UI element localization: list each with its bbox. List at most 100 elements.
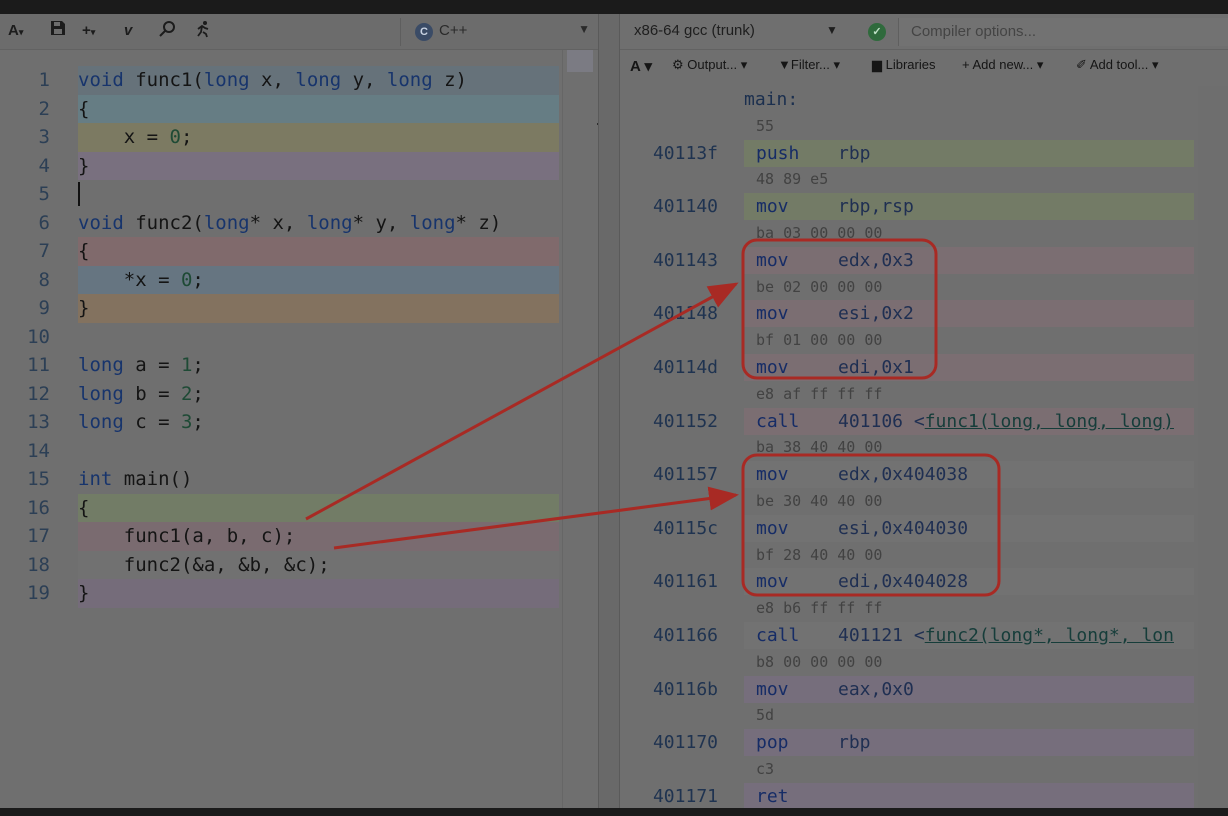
asm-mnemonic[interactable]: call bbox=[756, 622, 799, 649]
code-line[interactable]: 16 { bbox=[0, 494, 560, 522]
code-line[interactable]: 3 x = 0; bbox=[0, 123, 560, 151]
code-line[interactable]: 13 long c = 3; bbox=[0, 408, 560, 436]
code-line[interactable]: 17 func1(a, b, c); bbox=[0, 522, 560, 550]
minimap-viewport[interactable] bbox=[567, 50, 593, 72]
line-number: 2 bbox=[38, 97, 50, 120]
code-line[interactable]: 2{ bbox=[0, 95, 560, 123]
code-text: long c = 3; bbox=[78, 408, 204, 436]
asm-opcode-bytes: be 02 00 00 00 bbox=[756, 277, 883, 296]
line-number: 15 bbox=[27, 468, 50, 490]
asm-mnemonic[interactable]: mov bbox=[756, 354, 789, 381]
code-text: *x = 0; bbox=[78, 266, 204, 294]
asm-line-highlight bbox=[744, 461, 1194, 489]
number-token: 0 bbox=[180, 268, 193, 291]
assembly-scrollbar[interactable] bbox=[1198, 86, 1228, 808]
asm-mnemonic[interactable]: mov bbox=[756, 568, 789, 595]
code-line[interactable]: 7{ bbox=[0, 237, 560, 265]
language-select[interactable]: C C++ ▼ bbox=[400, 18, 596, 46]
code-line[interactable]: 5 bbox=[0, 180, 560, 208]
editor-toolbar: A▾ +▾ v C C++ ▼ bbox=[0, 14, 598, 50]
asm-operand-text: edi,0x404028 bbox=[838, 571, 969, 593]
asm-opcode-bytes: 48 89 e5 bbox=[756, 170, 829, 189]
line-number: 10 bbox=[27, 325, 50, 348]
asm-mnemonic[interactable]: pop bbox=[756, 729, 789, 756]
compiler-name: x86-64 gcc (trunk) bbox=[634, 22, 755, 39]
code-editor[interactable]: 1 void func1(long x, long y, long z) 2{3 x… bbox=[0, 50, 560, 808]
asm-mnemonic[interactable]: mov bbox=[756, 193, 789, 220]
pane-splitter[interactable] bbox=[598, 14, 620, 808]
runner-icon[interactable] bbox=[194, 20, 212, 42]
code-text: } bbox=[78, 152, 89, 180]
number-token: 1 bbox=[180, 354, 193, 376]
chevron-down-icon: ▼ bbox=[826, 23, 838, 37]
asm-opcode-bytes: c3 bbox=[756, 760, 775, 778]
code-line[interactable]: 9} bbox=[0, 294, 560, 322]
code-line[interactable]: 19} bbox=[0, 579, 560, 607]
add-tool-menu[interactable]: ✐ Add tool... ▾ bbox=[1076, 57, 1159, 73]
code-line[interactable]: 14 bbox=[0, 437, 560, 465]
line-number: 1 bbox=[38, 69, 50, 91]
code-line[interactable]: 11 long a = 1; bbox=[0, 351, 560, 379]
asm-mnemonic[interactable]: mov bbox=[756, 461, 789, 488]
code-text: { bbox=[78, 237, 89, 265]
editor-minimap[interactable] bbox=[562, 50, 611, 808]
asm-mnemonic[interactable]: push bbox=[756, 140, 799, 167]
asm-line-highlight bbox=[744, 193, 1194, 221]
font-size-icon[interactable]: A ▾ bbox=[630, 57, 652, 75]
save-icon[interactable] bbox=[50, 20, 66, 42]
code-line[interactable]: 6 void func2(long* x, long* y, long* z) bbox=[0, 209, 560, 237]
code-line[interactable]: 10 bbox=[0, 323, 560, 351]
search-icon[interactable] bbox=[158, 20, 176, 42]
asm-mnemonic[interactable]: ret bbox=[756, 783, 789, 808]
asm-mnemonic[interactable]: mov bbox=[756, 247, 789, 274]
vim-mode-icon[interactable]: v bbox=[124, 20, 132, 42]
keyword-token: long bbox=[203, 211, 250, 234]
compiler-options-input[interactable]: Compiler options... bbox=[898, 18, 1228, 46]
code-line[interactable]: 18 func2(&a, &b, &c); bbox=[0, 551, 560, 579]
add-new-menu[interactable]: + Add new... ▾ bbox=[962, 57, 1043, 73]
keyword-token: void bbox=[78, 69, 124, 91]
asm-operand-text: edx,0x404038 bbox=[838, 464, 969, 486]
asm-symbol-link[interactable]: func2(long*, long*, lon bbox=[925, 625, 1174, 646]
code-token: * z) bbox=[455, 211, 502, 234]
asm-address: 401140 bbox=[652, 196, 718, 218]
code-line[interactable]: 4} bbox=[0, 152, 560, 180]
asm-operand-text: rbp,rsp bbox=[838, 196, 914, 218]
asm-operand-text: 401106 < bbox=[838, 410, 925, 432]
asm-opcode-bytes: 55 bbox=[756, 116, 775, 135]
wrench-icon: ✐ bbox=[1076, 57, 1087, 72]
line-number: 4 bbox=[38, 154, 50, 177]
output-menu[interactable]: ⚙ Output... ▾ bbox=[672, 57, 747, 73]
window-top-bar bbox=[0, 0, 1228, 14]
add-pane-icon[interactable]: +▾ bbox=[82, 20, 95, 42]
filter-menu[interactable]: ▼Filter... ▾ bbox=[778, 57, 840, 73]
asm-mnemonic[interactable]: mov bbox=[756, 676, 789, 703]
code-token: { bbox=[78, 97, 90, 120]
code-token: ; bbox=[192, 382, 204, 405]
libraries-button[interactable]: ▆ Libraries bbox=[872, 57, 935, 73]
code-text: } bbox=[78, 294, 89, 322]
code-line[interactable]: 15 int main() bbox=[0, 465, 560, 493]
asm-mnemonic[interactable]: mov bbox=[756, 300, 789, 327]
asm-line-highlight bbox=[744, 782, 1194, 808]
code-text: void func2(long* x, long* y, long* z) bbox=[78, 209, 501, 237]
source-editor-pane: A▾ +▾ v C C++ ▼ 1 void func1(long x, long… bbox=[0, 14, 611, 808]
asm-symbol-link[interactable]: func1(long, long, long) bbox=[925, 411, 1174, 432]
asm-mnemonic[interactable]: call bbox=[756, 408, 799, 435]
code-line[interactable]: 12 long b = 2; bbox=[0, 380, 560, 408]
code-text: } bbox=[78, 579, 89, 607]
asm-opcode-bytes: b8 00 00 00 00 bbox=[756, 652, 883, 671]
code-token: ; bbox=[192, 354, 204, 376]
asm-operand-text: 401121 < bbox=[838, 625, 925, 646]
asm-mnemonic[interactable]: mov bbox=[756, 515, 789, 542]
code-token: z) bbox=[432, 69, 467, 91]
code-line[interactable]: 8 *x = 0; bbox=[0, 266, 560, 294]
code-line[interactable]: 1 void func1(long x, long y, long z) bbox=[0, 66, 560, 94]
asm-operand-text: edx,0x3 bbox=[838, 249, 914, 271]
assembly-output[interactable]: main: 55 40113f push rbp 48 89 e5 401140 mov rbp… bbox=[620, 86, 1194, 808]
compiler-select[interactable]: x86-64 gcc (trunk) ▼ bbox=[620, 18, 850, 46]
compiler-pane: x86-64 gcc (trunk) ▼ ✓ Compiler options.… bbox=[620, 14, 1228, 808]
font-size-icon[interactable]: A▾ bbox=[8, 20, 23, 42]
compile-success-icon[interactable]: ✓ bbox=[868, 23, 886, 41]
asm-address: 40114d bbox=[652, 357, 718, 378]
